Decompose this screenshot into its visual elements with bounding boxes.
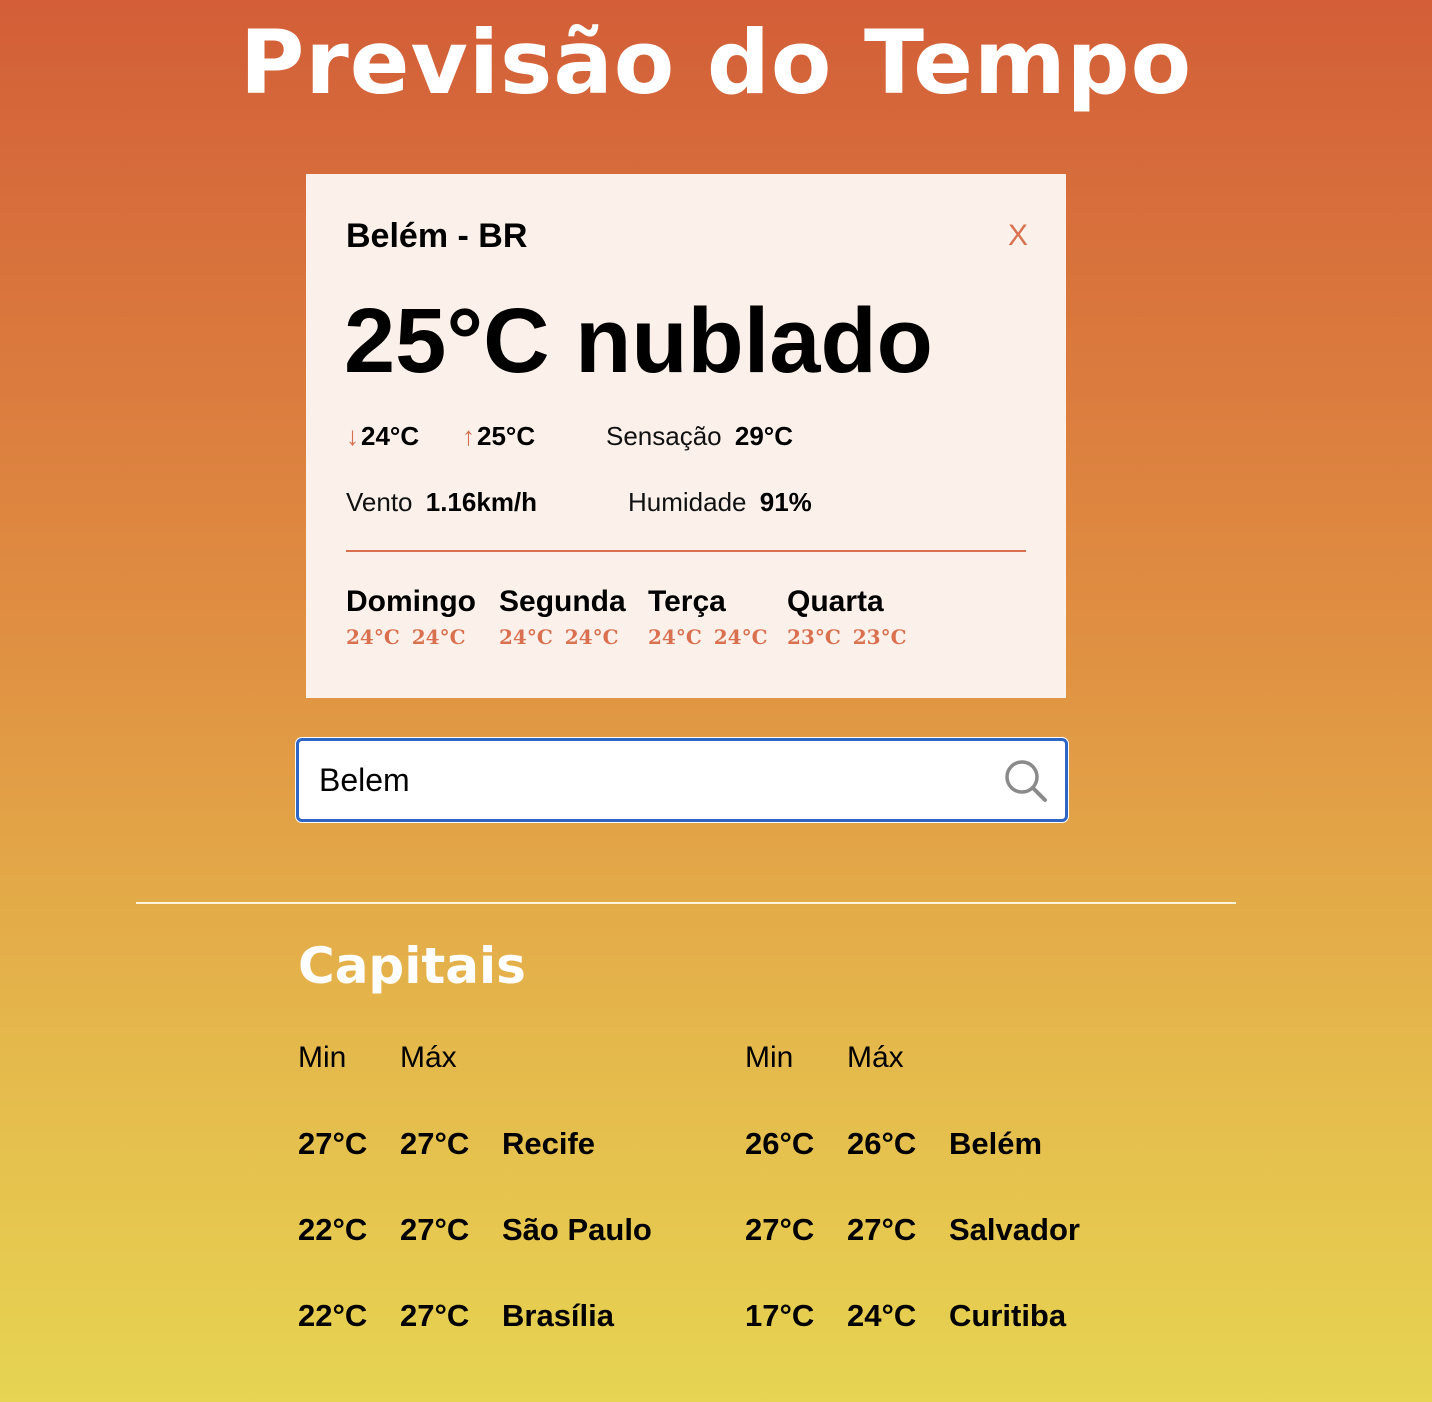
search-bar [296,738,1068,822]
arrow-down-icon: ↓ [346,421,359,451]
wind-label: Vento [346,487,413,517]
feels-like: Sensação 29°C [606,420,793,452]
section-divider [136,902,1236,904]
min-header: Min [745,1041,794,1074]
humidity: Humidade 91% [628,486,812,518]
humidity-label: Humidade [628,487,747,517]
page-title: Previsão do Tempo [239,11,1193,114]
min-header: Min [298,1041,347,1074]
forecast-day: Domingo 24°C 24°C [346,585,476,649]
capitals-title: Capitais [298,937,526,995]
weather-card: Belém - BR X 25°C nublado ↓24°C ↑25°C Se… [306,174,1066,698]
current-weather: 25°C nublado [344,290,933,392]
card-divider [346,550,1026,552]
feels-like-value: 29°C [734,421,793,451]
wind: Vento 1.16km/h [346,486,537,518]
city-name: Belém - BR [346,217,528,255]
humidity-value: 91% [759,487,812,517]
arrow-up-icon: ↑ [462,421,475,451]
wind-value: 1.16km/h [425,487,538,517]
max-temp: ↑25°C [462,421,536,451]
search-input[interactable] [319,755,979,805]
close-button[interactable]: X [1008,218,1028,254]
forecast-day: Quarta 23°C 23°C [787,585,907,649]
min-temp: ↓24°C [346,421,420,451]
max-header: Máx [400,1041,457,1074]
forecast-day: Terça 24°C 24°C [648,585,768,649]
forecast-day: Segunda 24°C 24°C [499,585,626,649]
feels-like-label: Sensação [606,421,722,451]
search-icon[interactable] [1003,758,1049,804]
max-header: Máx [847,1041,904,1074]
